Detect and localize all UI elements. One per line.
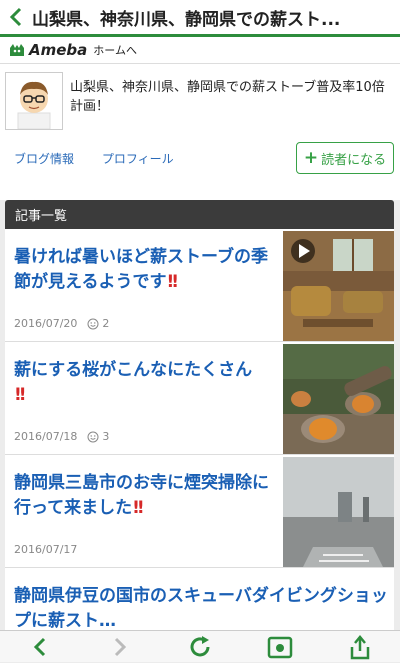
article-date: 2016/07/20 [14, 317, 78, 330]
home-link[interactable]: ホームへ [93, 42, 137, 58]
exclamation-icon: !! [166, 272, 179, 292]
article-list: 暑ければ暑いほど薪ストーブの季節が見えるようです!! 2016/07/20 2 [5, 229, 394, 646]
article-meta: 2016/07/18 3 [14, 430, 109, 443]
article-thumbnail[interactable] [283, 344, 394, 454]
article-list-header: 記事一覧 [5, 200, 394, 229]
follow-button[interactable]: + 読者になる [296, 142, 394, 174]
article-meta: 2016/07/20 2 [14, 317, 109, 330]
article-date: 2016/07/18 [14, 430, 78, 443]
exclamation-icon: !! [132, 498, 144, 518]
ameba-logo-text: Ameba [29, 41, 88, 59]
blog-links: ブログ情報 プロフィール [14, 150, 198, 167]
article-item[interactable]: 静岡県三島市のお寺に煙突掃除に行って来ました!! 2016/07/17 [5, 455, 394, 568]
avatar[interactable] [5, 72, 63, 130]
article-title[interactable]: 薪にする桜がこんなにたくさん!! [14, 358, 280, 408]
plus-icon: + [303, 148, 319, 168]
forward-icon[interactable] [100, 631, 140, 663]
likes-count: 2 [102, 317, 110, 330]
smile-icon [87, 431, 99, 442]
article-thumbnail[interactable] [283, 231, 394, 341]
likes: 3 [87, 430, 109, 443]
article-date: 2016/07/17 [14, 543, 78, 556]
article-meta: 2016/07/17 [14, 543, 77, 556]
reload-icon[interactable] [180, 631, 220, 663]
smile-icon [87, 318, 99, 329]
bookmark-icon[interactable] [260, 631, 300, 663]
ameba-mascot-icon [10, 44, 24, 56]
blog-info-link[interactable]: ブログ情報 [14, 152, 74, 166]
top-bar: 山梨県、神奈川県、静岡県での薪スト... [0, 0, 400, 34]
likes-count: 3 [102, 430, 110, 443]
article-title[interactable]: 静岡県伊豆の国市のスキューバダイビングショップに薪スト… [14, 584, 390, 634]
article-title[interactable]: 暑ければ暑いほど薪ストーブの季節が見えるようです!! [14, 245, 280, 295]
blog-title[interactable]: 山梨県、神奈川県、静岡県での薪ストーブ普及率10倍計画！ [70, 78, 390, 116]
article-title[interactable]: 静岡県三島市のお寺に煙突掃除に行って来ました!! [14, 471, 280, 521]
page-title: 山梨県、神奈川県、静岡県での薪スト... [32, 9, 341, 30]
blog-header: 山梨県、神奈川県、静岡県での薪ストーブ普及率10倍計画！ ブログ情報 プロフィー… [0, 64, 400, 200]
profile-link[interactable]: プロフィール [102, 152, 174, 166]
article-item[interactable]: 暑ければ暑いほど薪ストーブの季節が見えるようです!! 2016/07/20 2 [5, 229, 394, 342]
article-thumbnail[interactable] [283, 457, 394, 567]
article-item[interactable]: 薪にする桜がこんなにたくさん!! 2016/07/18 3 [5, 342, 394, 455]
share-icon[interactable] [340, 631, 380, 663]
follow-label: 読者になる [321, 152, 387, 168]
back-icon[interactable] [0, 0, 32, 34]
bottom-toolbar [0, 630, 400, 662]
back-icon[interactable] [20, 631, 60, 663]
exclamation-icon: !! [14, 385, 26, 405]
ameba-bar: Ameba ホームへ [0, 37, 400, 64]
ameba-logo[interactable]: Ameba [8, 41, 87, 59]
likes: 2 [87, 317, 109, 330]
